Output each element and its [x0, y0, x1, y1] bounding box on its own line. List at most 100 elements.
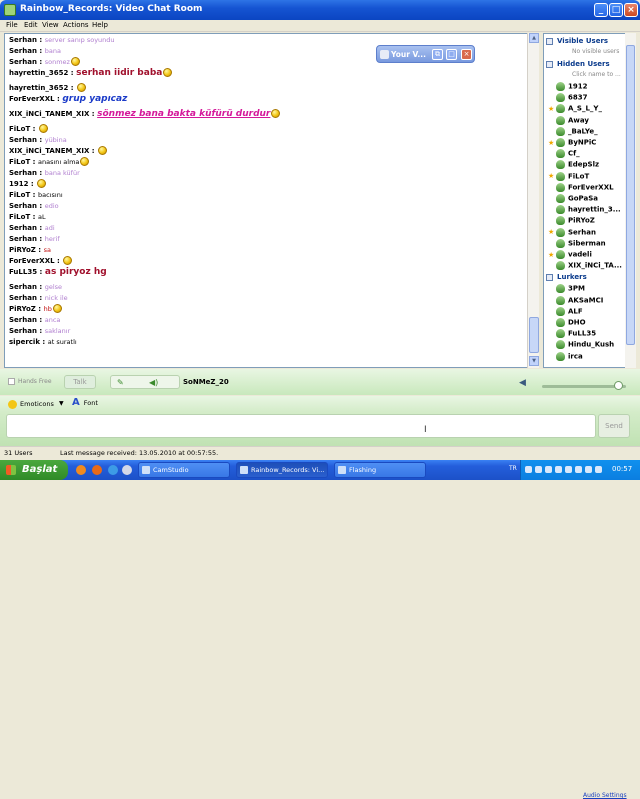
- message-nick[interactable]: FiLoT :: [9, 158, 35, 166]
- language-indicator[interactable]: TR: [509, 465, 517, 472]
- task-chat-room[interactable]: Rainbow_Records: Vi...: [236, 462, 328, 478]
- volume-icon[interactable]: ◀: [519, 378, 529, 388]
- lurker-list-item[interactable]: irca: [548, 351, 583, 363]
- font-button[interactable]: A Font: [72, 397, 98, 409]
- user-list-item[interactable]: ForEverXXL: [548, 182, 614, 194]
- emoticons-dropdown-icon[interactable]: ▼: [59, 400, 64, 407]
- message-nick[interactable]: 1912 :: [9, 180, 34, 188]
- tray-icon[interactable]: [585, 466, 592, 473]
- minimize-button[interactable]: _: [594, 3, 608, 17]
- user-list-item[interactable]: ★ A_S_L_Y_: [548, 104, 602, 115]
- speaker-icon[interactable]: ◀): [149, 378, 158, 387]
- message-nick[interactable]: PiRYoZ :: [9, 246, 41, 254]
- message-nick[interactable]: FiLoT :: [9, 213, 35, 221]
- quicklaunch-app-icon[interactable]: [76, 465, 86, 475]
- close-button[interactable]: ×: [624, 3, 638, 17]
- tray-icon[interactable]: [575, 466, 582, 473]
- quicklaunch-ie-icon[interactable]: [108, 465, 118, 475]
- microphone-icon[interactable]: ✎: [117, 378, 124, 387]
- volume-thumb[interactable]: [614, 381, 623, 390]
- message-nick[interactable]: FiLoT :: [9, 191, 35, 199]
- video-window[interactable]: Your V... ⧉ □ ×: [376, 45, 475, 63]
- message-nick[interactable]: XIX_iNCi_TANEM_XIX :: [9, 147, 95, 155]
- user-list-item[interactable]: EdepSlz: [548, 160, 599, 171]
- message-nick[interactable]: Serhan :: [9, 327, 42, 335]
- user-list-item[interactable]: Cf_: [548, 149, 580, 160]
- menu-edit[interactable]: Edit: [24, 21, 38, 29]
- quicklaunch-desktop-icon[interactable]: [122, 465, 132, 475]
- tray-icon[interactable]: [565, 466, 572, 473]
- send-button[interactable]: Send: [598, 414, 630, 438]
- lurker-list-item[interactable]: 3PM: [548, 284, 585, 295]
- visible-users-header[interactable]: Visible Users: [546, 37, 608, 45]
- message-input[interactable]: [6, 414, 596, 438]
- message-nick[interactable]: FiLoT :: [9, 125, 35, 133]
- menu-actions[interactable]: Actions: [63, 21, 89, 29]
- user-list-item[interactable]: _BaLYe_: [548, 126, 598, 138]
- talk-button[interactable]: Talk: [64, 375, 96, 389]
- message-nick[interactable]: Serhan :: [9, 169, 42, 177]
- user-list-scrollbar[interactable]: [625, 33, 636, 368]
- tray-icon[interactable]: [545, 466, 552, 473]
- user-list-item[interactable]: 6837: [548, 93, 587, 104]
- start-button[interactable]: Başlat: [0, 460, 68, 480]
- message-nick[interactable]: Serhan :: [9, 316, 42, 324]
- user-list-item[interactable]: PiRYoZ: [548, 216, 595, 227]
- menu-file[interactable]: File: [6, 21, 18, 29]
- video-maximize-button[interactable]: □: [446, 49, 457, 60]
- menu-help[interactable]: Help: [92, 21, 108, 29]
- video-close-button[interactable]: ×: [461, 49, 472, 60]
- tray-icon[interactable]: [535, 466, 542, 473]
- maximize-button[interactable]: □: [609, 3, 623, 17]
- lurker-list-item[interactable]: Hindu_Kush: [548, 340, 614, 351]
- hidden-users-header[interactable]: Hidden Users: [546, 60, 610, 68]
- lurkers-header[interactable]: Lurkers: [546, 273, 587, 281]
- message-nick[interactable]: Serhan :: [9, 136, 42, 144]
- checkbox-icon[interactable]: [8, 378, 15, 385]
- message-nick[interactable]: Serhan :: [9, 294, 42, 302]
- user-list-item[interactable]: Away: [548, 115, 589, 127]
- menu-view[interactable]: View: [42, 21, 59, 29]
- user-list-item[interactable]: GoPaSa: [548, 194, 598, 205]
- message-nick[interactable]: PiRYoZ :: [9, 305, 41, 313]
- mic-controls[interactable]: ✎ ◀): [110, 375, 180, 389]
- message-nick[interactable]: Serhan :: [9, 36, 42, 44]
- message-nick[interactable]: ForEverXXL :: [9, 257, 60, 265]
- tray-icon[interactable]: [595, 466, 602, 473]
- hands-free-checkbox[interactable]: Hands Free: [8, 378, 52, 385]
- emoticons-button[interactable]: Emoticons: [8, 398, 54, 410]
- video-restore-button[interactable]: ⧉: [432, 49, 443, 60]
- tray-icon[interactable]: [525, 466, 532, 473]
- lurker-list-item[interactable]: ALF: [548, 306, 583, 318]
- quicklaunch-firefox-icon[interactable]: [92, 465, 102, 475]
- message-nick[interactable]: Serhan :: [9, 58, 42, 66]
- scroll-up-icon[interactable]: ▲: [529, 33, 539, 43]
- user-scroll-thumb[interactable]: [626, 45, 635, 345]
- scroll-thumb[interactable]: [529, 317, 539, 353]
- message-nick[interactable]: ForEverXXL :: [9, 95, 60, 103]
- chat-log[interactable]: Serhan : server sanıp soyundu Serhan : ba…: [4, 33, 528, 368]
- message-nick[interactable]: Serhan :: [9, 283, 42, 291]
- message-nick[interactable]: Serhan :: [9, 235, 42, 243]
- user-list-item[interactable]: Siberman: [548, 238, 606, 250]
- tray-icon[interactable]: [555, 466, 562, 473]
- task-camstudio[interactable]: CamStudio: [138, 462, 230, 478]
- user-list-item[interactable]: ★ vadeli: [548, 250, 592, 261]
- user-list-item[interactable]: ★ Serhan: [548, 227, 596, 239]
- user-list-item[interactable]: 1912: [548, 82, 587, 93]
- message-nick[interactable]: sipercik :: [9, 338, 45, 346]
- audio-settings-link[interactable]: Audio Settings: [583, 792, 627, 799]
- lurker-list-item[interactable]: AKSaMCI: [548, 295, 603, 307]
- lurker-list-item[interactable]: FuLL35: [548, 329, 596, 340]
- message-nick[interactable]: hayrettin_3652 :: [9, 84, 74, 92]
- message-nick[interactable]: Serhan :: [9, 224, 42, 232]
- lurker-list-item[interactable]: DHO: [548, 318, 586, 329]
- chat-scrollbar[interactable]: ▲ ▼: [527, 33, 539, 368]
- user-list-item[interactable]: hayrettin_3...: [548, 205, 621, 216]
- message-nick[interactable]: FuLL35 :: [9, 268, 42, 276]
- message-nick[interactable]: hayrettin_3652 :: [9, 69, 74, 77]
- message-nick[interactable]: XIX_iNCi_TANEM_XIX :: [9, 110, 95, 118]
- message-nick[interactable]: Serhan :: [9, 202, 42, 210]
- scroll-down-icon[interactable]: ▼: [529, 356, 539, 366]
- message-nick[interactable]: Serhan :: [9, 47, 42, 55]
